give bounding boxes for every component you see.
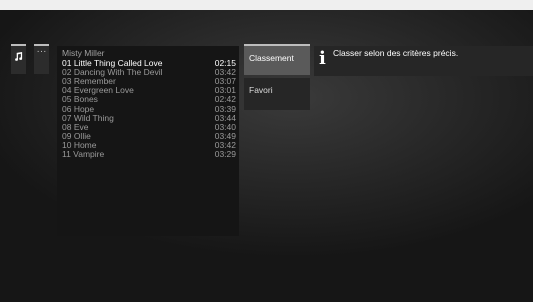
info-text: Classer selon des critères précis. — [333, 48, 459, 58]
music-note-icon — [15, 52, 23, 61]
options-menu: Classement Favori — [244, 46, 310, 110]
track-duration: 03:29 — [214, 149, 236, 159]
media-browser-screen: ··· Misty Miller 01 Little Thing Called … — [0, 10, 533, 302]
menu-item-favori[interactable]: Favori — [244, 78, 310, 110]
track-row[interactable]: 11 Vampire 03:29 — [62, 150, 236, 159]
info-panel: i Classer selon des critères précis. — [314, 46, 533, 76]
top-bar — [0, 0, 533, 10]
track-name: 11 Vampire — [62, 149, 105, 159]
album-title: Misty Miller — [62, 48, 105, 58]
music-category-tab[interactable] — [11, 46, 26, 74]
track-row[interactable]: 07 Wild Thing 03:44 — [62, 113, 236, 123]
info-icon: i — [319, 48, 326, 69]
menu-item-label: Classement — [249, 53, 294, 63]
menu-item-classement[interactable]: Classement — [244, 46, 310, 75]
ellipsis-icon: ··· — [36, 46, 47, 57]
more-category-tab[interactable]: ··· — [34, 46, 49, 74]
track-list-panel: Misty Miller 01 Little Thing Called Love… — [57, 46, 239, 236]
menu-item-label: Favori — [249, 85, 273, 95]
